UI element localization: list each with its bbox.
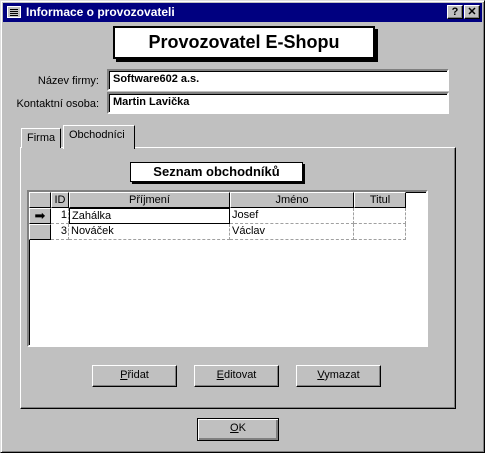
corner-header <box>29 192 51 208</box>
table-cell-surname[interactable]: Zahálka <box>69 208 230 224</box>
title-bar[interactable]: Informace o provozovateli ? ✕ <box>3 3 482 22</box>
ok-mnemonic: O <box>230 422 239 434</box>
table-cell-name[interactable]: Václav <box>230 224 354 240</box>
page-title: Provozovatel E-Shopu <box>113 26 375 59</box>
table-cell-title[interactable] <box>354 208 406 224</box>
contact-person-field[interactable]: Martin Lavička <box>107 92 449 114</box>
edit-mnemonic: E <box>216 369 224 381</box>
close-button[interactable]: ✕ <box>464 5 480 19</box>
tab-obchodnici[interactable]: Obchodníci <box>63 125 135 149</box>
current-row-arrow-icon[interactable]: ➡ <box>29 208 51 224</box>
add-label: řidat <box>127 369 149 381</box>
company-name-field[interactable]: Software602 a.s. <box>107 69 449 91</box>
table-cell-id[interactable]: 1 <box>51 208 69 224</box>
system-menu-icon[interactable] <box>7 6 21 18</box>
contact-person-label: Kontaktní osoba: <box>16 98 99 110</box>
add-button[interactable]: Přidat <box>92 365 177 387</box>
table-cell-id[interactable]: 3 <box>51 224 69 240</box>
delete-label: ymazat <box>324 369 360 381</box>
list-title: Seznam obchodníků <box>130 162 303 182</box>
table-cell-name[interactable]: Josef <box>230 208 354 224</box>
delete-button[interactable]: Vymazat <box>296 365 381 387</box>
ok-label: K <box>238 422 246 434</box>
row-selector[interactable] <box>29 224 51 240</box>
ok-button[interactable]: OK <box>197 418 279 441</box>
column-header-id[interactable]: ID <box>51 192 69 208</box>
table-cell-title[interactable] <box>354 224 406 240</box>
column-header-surname[interactable]: Příjmení <box>69 192 230 208</box>
tab-firma[interactable]: Firma <box>21 128 61 148</box>
salespeople-table[interactable]: ID Příjmení Jméno Titul ➡ 1 Zahálka Jose… <box>27 190 428 347</box>
edit-button[interactable]: Editovat <box>194 365 279 387</box>
column-header-title[interactable]: Titul <box>354 192 406 208</box>
edit-label: ditovat <box>223 369 257 381</box>
table-cell-surname[interactable]: Nováček <box>69 224 230 240</box>
company-name-label: Název firmy: <box>37 75 99 87</box>
column-header-name[interactable]: Jméno <box>230 192 354 208</box>
help-button[interactable]: ? <box>447 5 463 19</box>
window-title: Informace o provozovateli <box>26 5 175 19</box>
